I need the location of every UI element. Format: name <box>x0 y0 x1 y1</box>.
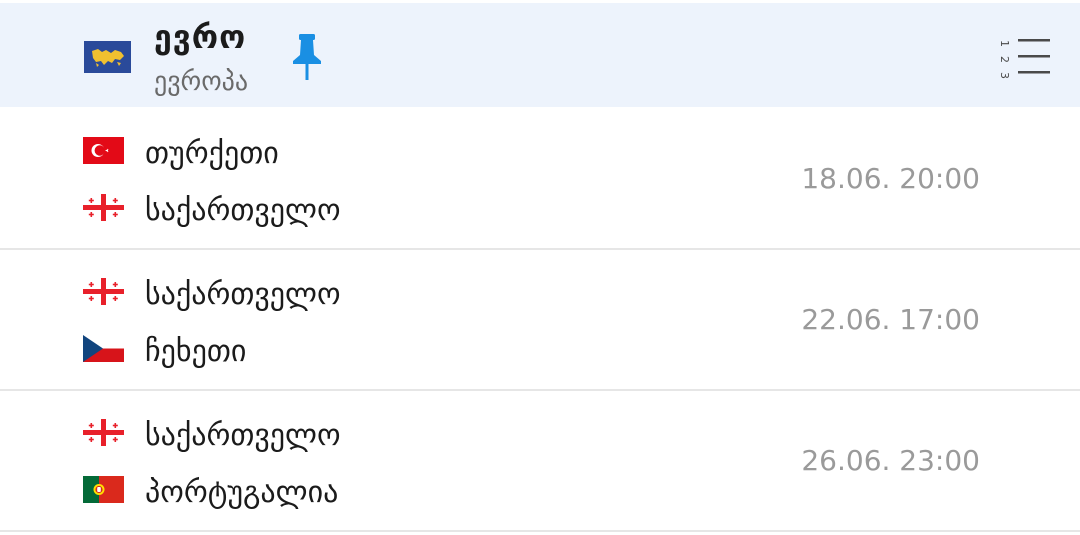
away-team-name: ჩეხეთი <box>145 334 247 369</box>
czechia-flag-icon <box>83 335 124 362</box>
svg-text:1: 1 <box>998 40 1011 47</box>
away-team-name: საქართველო <box>145 193 341 228</box>
league-title: ევრო <box>154 18 247 56</box>
match-row[interactable]: საქართველო პორტუგალია 26.06. 23:00 <box>0 391 1080 532</box>
league-header[interactable]: ევრო ევროპა 1 2 3 <box>0 0 1080 107</box>
home-team-name: საქართველო <box>145 277 341 312</box>
portugal-flag-icon <box>83 476 124 503</box>
home-team-name: საქართველო <box>145 418 341 453</box>
away-team-name: პორტუგალია <box>145 475 339 510</box>
georgia-flag-icon <box>83 278 124 305</box>
europe-map-flag-icon <box>84 41 131 73</box>
home-team-name: თურქეთი <box>145 136 279 171</box>
georgia-flag-icon <box>83 194 124 221</box>
pin-icon[interactable] <box>288 31 328 83</box>
match-time: 18.06. 20:00 <box>801 162 980 195</box>
league-subtitle: ევროპა <box>154 67 249 97</box>
match-row[interactable]: საქართველო ჩეხეთი 22.06. 17:00 <box>0 250 1080 391</box>
standings-list-icon[interactable]: 1 2 3 <box>996 33 1054 83</box>
georgia-flag-icon <box>83 419 124 446</box>
svg-text:2: 2 <box>998 56 1011 63</box>
svg-text:3: 3 <box>998 72 1011 79</box>
match-time: 22.06. 17:00 <box>801 303 980 336</box>
turkey-flag-icon <box>83 137 124 164</box>
match-row[interactable]: თურქეთი საქართველო 18.06. 20:00 <box>0 109 1080 250</box>
match-time: 26.06. 23:00 <box>801 444 980 477</box>
